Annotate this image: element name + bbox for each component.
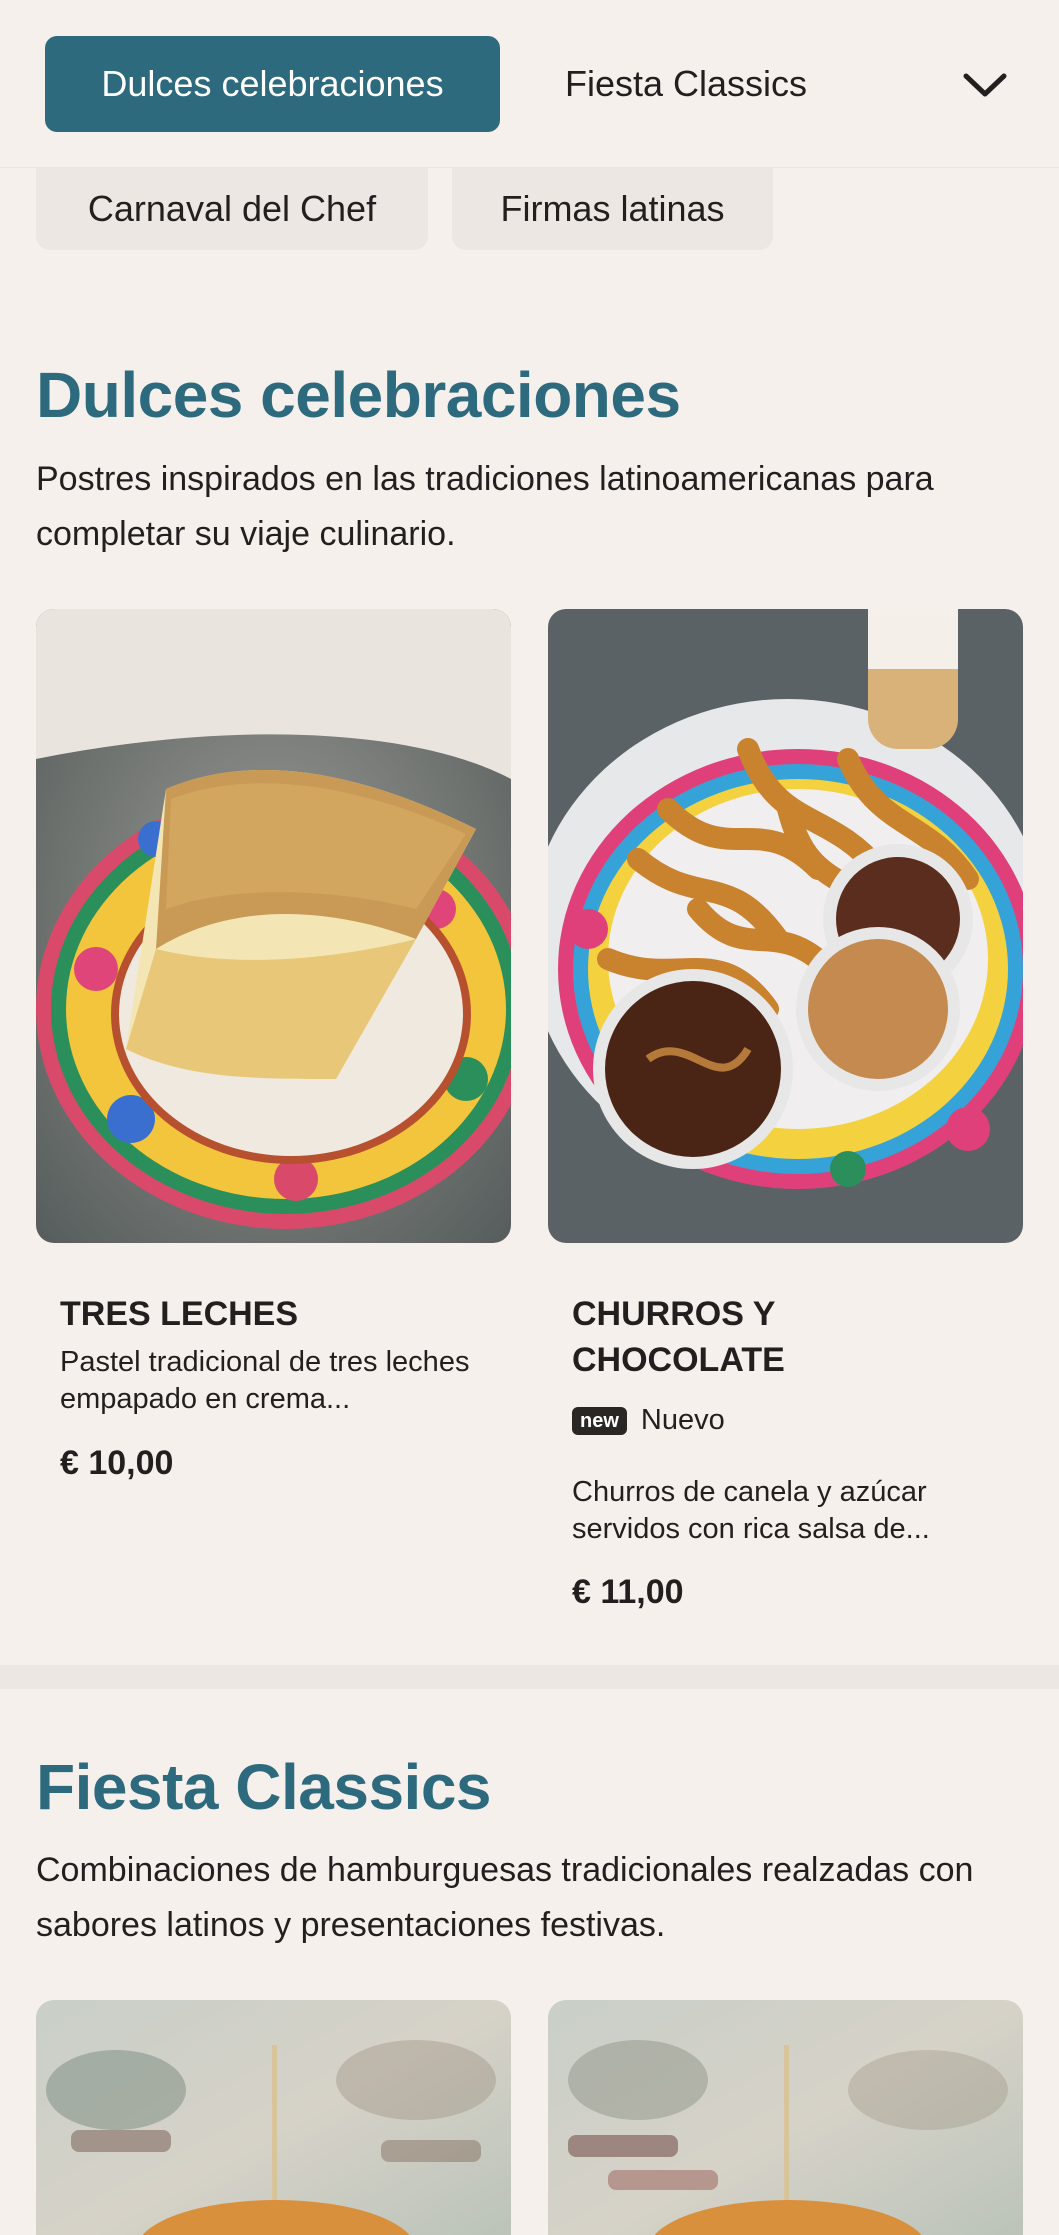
section-title: Fiesta Classics — [36, 1751, 492, 1823]
category-nav: Dulces celebraciones Fiesta Classics — [0, 0, 1059, 168]
category-tab-firmas[interactable]: Firmas latinas — [452, 168, 773, 250]
new-badge-label: Nuevo — [640, 1404, 725, 1436]
category-nav-row2: Carnaval del Chef Firmas latinas — [0, 168, 1059, 253]
item-description: Churros de canela y azúcar servidos con … — [572, 1476, 930, 1545]
item-name[interactable]: CHURROS Y CHOCOLATE — [572, 1291, 932, 1383]
item-price: € 11,00 — [572, 1573, 684, 1611]
burger-image[interactable] — [36, 2000, 511, 2235]
section-description: Combinaciones de hamburguesas tradiciona… — [36, 1851, 974, 1944]
item-name[interactable]: TRES LECHES — [60, 1291, 480, 1337]
section-title: Dulces celebraciones — [36, 359, 681, 431]
category-tab-carnaval[interactable]: Carnaval del Chef — [36, 168, 428, 250]
menu-page: Dulces celebraciones Fiesta Classics Car… — [0, 0, 1059, 2235]
new-badge: new — [572, 1406, 627, 1435]
chevron-down-icon[interactable] — [960, 60, 1010, 110]
item-description: Pastel tradicional de tres leches empapa… — [60, 1346, 470, 1415]
new-badge-row: new Nuevo — [572, 1404, 725, 1437]
category-tab-fiesta[interactable]: Fiesta Classics — [565, 36, 807, 132]
tres-leches-image[interactable] — [36, 609, 511, 1243]
section-description: Postres inspirados en las tradiciones la… — [36, 460, 934, 553]
category-tab-dulces[interactable]: Dulces celebraciones — [45, 36, 500, 132]
burger-image[interactable] — [548, 2000, 1023, 2235]
section-divider — [0, 1665, 1059, 1689]
churros-image[interactable] — [548, 609, 1023, 1243]
item-price: € 10,00 — [60, 1444, 174, 1482]
